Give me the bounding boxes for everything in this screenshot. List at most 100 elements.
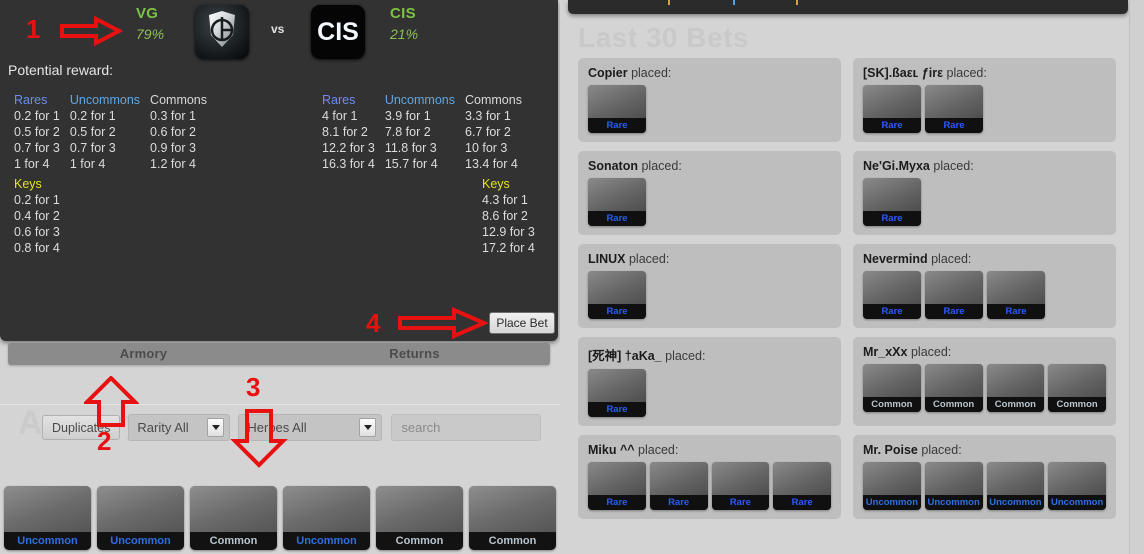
bet-card-header: Copier placed: [588, 66, 831, 80]
bet-card: Mr_xXx placed: Common Common Common Common [853, 337, 1116, 426]
column-header: Rares [322, 93, 356, 107]
reward-row: 17.2 for 4 [482, 241, 535, 255]
tab-armory[interactable]: Armory [8, 343, 279, 365]
inventory-item[interactable]: Uncommon [283, 486, 370, 550]
bet-item[interactable]: Common [986, 364, 1045, 412]
bet-player-name: Miku ^^ [588, 443, 635, 457]
bet-item[interactable]: Uncommon [1048, 462, 1106, 510]
item-artwork [1048, 462, 1106, 495]
bet-placed-suffix: placed: [628, 252, 670, 266]
bet-item[interactable]: Rare [588, 85, 646, 133]
item-rarity-label: Rare [773, 495, 831, 510]
item-rarity-label: Rare [649, 495, 708, 510]
bet-item[interactable]: Rare [863, 271, 921, 319]
reward-row: 7.8 for 2 [384, 125, 431, 139]
bet-player-name: Ne'Gi.Myxa [863, 159, 930, 173]
bet-item[interactable]: Uncommon [924, 462, 983, 510]
item-rarity-label: Uncommon [1048, 495, 1106, 510]
top-navigation-bar[interactable] [568, 0, 1128, 14]
bet-items: Rare [588, 178, 831, 226]
reward-row: 11.8 for 3 [384, 141, 437, 155]
bet-item[interactable]: Rare [987, 271, 1045, 319]
bet-placed-suffix: placed: [641, 159, 682, 173]
reward-row: 3.3 for 1 [465, 109, 511, 123]
bet-item[interactable]: Rare [925, 85, 983, 133]
team-left-percent: 79% [136, 26, 165, 42]
item-artwork [986, 462, 1045, 495]
rarity-select[interactable]: Rarity All [128, 414, 231, 441]
reward-row: 4 for 1 [322, 109, 358, 123]
bet-placed-suffix: placed: [665, 349, 706, 363]
reward-row: 13.4 for 4 [465, 157, 518, 171]
bet-card-header: [死神] †aKa_ placed: [588, 345, 831, 364]
reward-row: 0.2 for 1 [14, 109, 60, 123]
item-rarity-label: Common [469, 532, 556, 550]
chevron-down-icon [359, 418, 377, 437]
reward-column-keys-right: Keys 4.3 for 1 8.6 for 2 12.9 for 3 17.2… [482, 176, 535, 256]
inventory-item[interactable]: Common [190, 486, 277, 550]
bet-card: Miku ^^ placed: Rare Rare Rare Rare [578, 435, 841, 519]
bet-item[interactable]: Common [924, 364, 983, 412]
bet-item[interactable]: Uncommon [986, 462, 1045, 510]
reward-row: 1 for 4 [14, 157, 50, 171]
bet-panel: VG 79% vs CIS CIS 21% Potential reward: … [0, 0, 558, 341]
bet-items: Rare Rare Rare Rare [588, 462, 831, 510]
bet-item[interactable]: Rare [649, 462, 708, 510]
cis-logo-icon[interactable]: CIS [311, 5, 365, 59]
bet-placed-suffix: placed: [933, 159, 974, 173]
item-artwork [588, 462, 646, 495]
reward-row: 0.8 for 4 [14, 241, 60, 255]
vici-gaming-logo-icon[interactable] [195, 5, 249, 59]
bet-item[interactable]: Rare [588, 369, 646, 417]
rarity-select-value: Rarity All [137, 420, 189, 435]
bet-item[interactable]: Rare [588, 462, 646, 510]
bet-card-header: Nevermind placed: [863, 252, 1106, 266]
pickaxe-item [376, 486, 463, 532]
nav-tick-icon [733, 0, 735, 5]
bet-item[interactable]: Rare [588, 178, 646, 226]
item-rarity-label: Rare [863, 304, 921, 319]
column-header: Rares [14, 93, 48, 107]
armory-returns-tabs: Armory Returns [8, 343, 550, 365]
bet-items: Rare [863, 178, 1106, 226]
bet-item[interactable]: Uncommon [863, 462, 921, 510]
reward-row: 16.3 for 4 [322, 157, 375, 171]
annotation-arrow-2 [84, 376, 139, 427]
tab-returns[interactable]: Returns [279, 343, 550, 365]
reward-table-right: Rares 4 for 1 8.1 for 2 12.2 for 3 16.3 … [322, 92, 532, 172]
reward-column-commons-right: Commons 3.3 for 1 6.7 for 2 10 for 3 13.… [465, 92, 522, 172]
search-input[interactable] [391, 414, 542, 441]
reward-row: 0.5 for 2 [14, 125, 60, 139]
bet-item[interactable]: Rare [773, 462, 831, 510]
inventory-item[interactable]: Uncommon [97, 486, 184, 550]
page-scrollbar[interactable] [1129, 0, 1144, 554]
bet-item[interactable]: Common [863, 364, 921, 412]
inventory-item[interactable]: Uncommon [4, 486, 91, 550]
bet-item[interactable]: Rare [588, 271, 646, 319]
bet-placed-suffix: placed: [946, 66, 987, 80]
reward-row: 6.7 for 2 [465, 125, 511, 139]
inventory-item[interactable]: Common [376, 486, 463, 550]
reward-row: 0.6 for 3 [14, 225, 60, 239]
reward-row: 1.2 for 4 [150, 157, 196, 171]
bet-card-header: Ne'Gi.Myxa placed: [863, 159, 1106, 173]
inventory-item[interactable]: Common [469, 486, 556, 550]
bet-item[interactable]: Rare [863, 178, 921, 226]
red-banner-item [283, 486, 370, 532]
reward-column-uncommons-right: Uncommons 3.9 for 1 7.8 for 2 11.8 for 3… [385, 92, 455, 172]
bet-item[interactable]: Common [1048, 364, 1106, 412]
bet-player-name: Copier [588, 66, 628, 80]
bet-item[interactable]: Rare [863, 85, 921, 133]
place-bet-button[interactable]: Place Bet [489, 312, 555, 334]
nav-tick-icon [796, 0, 798, 5]
annotation-number-3: 3 [246, 372, 261, 402]
bet-items: Rare [588, 271, 831, 319]
item-artwork [925, 271, 983, 304]
bet-item[interactable]: Rare [711, 462, 770, 510]
item-rarity-label: Common [924, 397, 983, 412]
chevron-down-icon [207, 418, 225, 437]
bet-item[interactable]: Rare [925, 271, 983, 319]
bet-card: Nevermind placed: Rare Rare Rare [853, 244, 1116, 328]
reward-row: 10 for 3 [465, 141, 508, 155]
reward-column-uncommons-left: Uncommons 0.2 for 1 0.5 for 2 0.7 for 3 … [70, 92, 140, 172]
